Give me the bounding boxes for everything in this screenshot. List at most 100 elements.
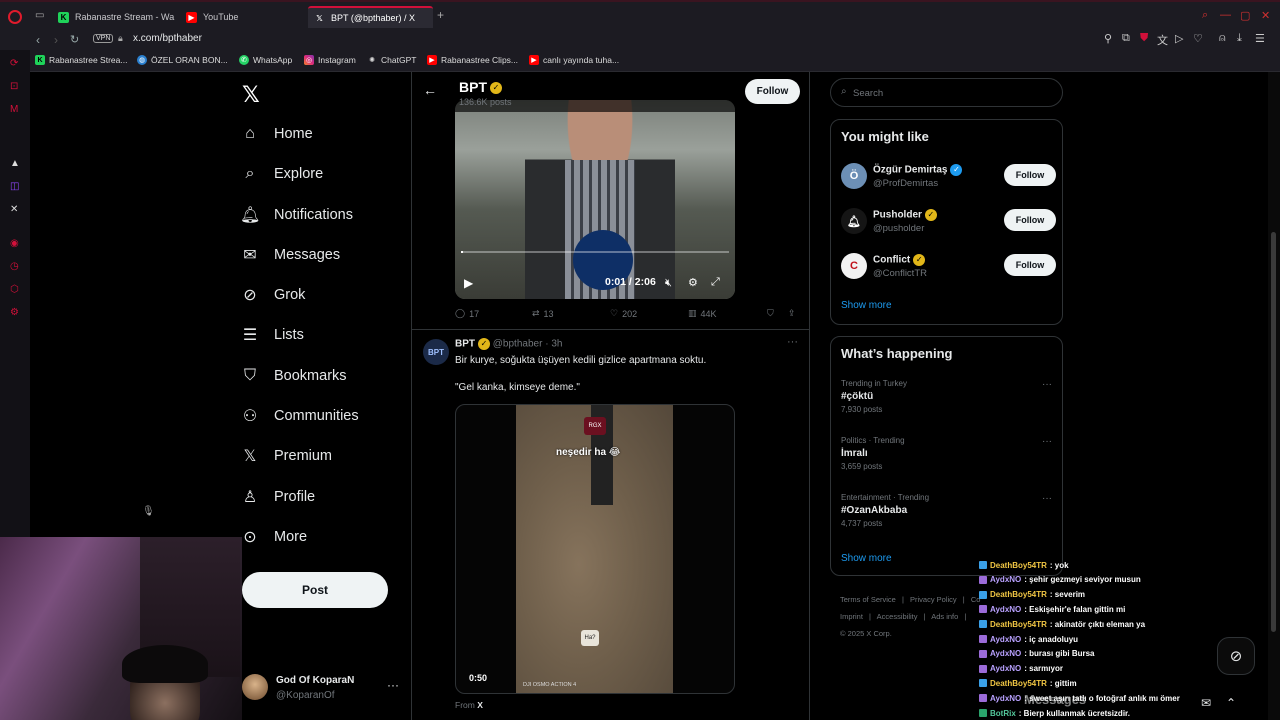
footer-link[interactable]: Privacy Policy — [910, 595, 957, 604]
bookmark-whatsapp[interactable]: ✆ WhatsApp — [239, 55, 292, 65]
nav-profile[interactable]: ♙ Profile — [240, 482, 315, 512]
settings-icon[interactable]: ⚙ — [10, 307, 19, 318]
tweet-video-player[interactable]: ▶ 0:01 / 2:06 🔇︎ ⚙ ⤢ — [455, 100, 735, 299]
opera-logo-icon[interactable] — [8, 10, 22, 24]
views-button[interactable]: ▥ 44K — [688, 308, 717, 319]
video-progress-bar[interactable] — [461, 251, 729, 253]
search-input[interactable]: ⌕ Search — [830, 78, 1063, 107]
bookmark-ozel-oran[interactable]: ◍ ÖZEL ORAN BON... — [137, 55, 228, 65]
aria-ai-icon[interactable]: ▲ — [10, 158, 20, 169]
trend-item[interactable]: Trending in Turkey #çöktü 7,930 posts ··… — [841, 379, 1056, 423]
share-button[interactable]: ⇪ — [788, 308, 796, 319]
tweet-author-handle[interactable]: @bpthaber — [493, 339, 543, 350]
expand-drawer-icon[interactable]: ⌃ — [1226, 696, 1236, 710]
forward-icon[interactable]: › — [54, 33, 58, 47]
follow-button[interactable]: Follow — [1004, 209, 1056, 231]
messages-drawer-title[interactable]: Messages — [1024, 692, 1086, 707]
from-source-name[interactable]: X — [477, 700, 483, 710]
nav-home[interactable]: ⌂ Home — [240, 119, 313, 149]
maximize-icon[interactable]: ▢ — [1240, 9, 1250, 22]
suggestion-row[interactable]: 🔔︎ Pusholder ✓ @pusholder Follow — [841, 206, 1056, 240]
like-button[interactable]: ♡ 202 — [610, 308, 637, 319]
more-dots-icon[interactable]: ··· — [1042, 436, 1052, 447]
bookmark-instagram[interactable]: ◎ Instagram — [304, 55, 356, 65]
settings-gear-icon[interactable]: ⚙ — [688, 276, 698, 289]
more-dots-icon[interactable]: ··· — [1042, 493, 1052, 504]
url-field[interactable]: x.com/bpthaber — [133, 33, 202, 44]
tweet-time[interactable]: 3h — [551, 339, 562, 350]
snapshot-icon[interactable]: ⧉ — [1122, 32, 1130, 45]
games-icon[interactable]: ⊡ — [10, 81, 18, 92]
download-icon[interactable]: ⤓ — [1237, 32, 1242, 45]
play-icon[interactable]: ▷ — [1175, 32, 1183, 45]
more-dots-icon[interactable]: ··· — [1042, 379, 1052, 390]
footer-link[interactable]: Terms of Service — [840, 595, 896, 604]
nav-explore[interactable]: ⌕ Explore — [240, 159, 324, 189]
aria-icon[interactable]: ⟳ — [10, 58, 18, 69]
back-arrow-icon[interactable]: ← — [423, 82, 437, 98]
mute-icon[interactable]: 🔇︎ — [665, 277, 672, 290]
trend-item[interactable]: Politics · Trending İmralı 3,659 posts ·… — [841, 436, 1056, 480]
close-icon[interactable]: ✕ — [1261, 9, 1270, 22]
nav-bookmarks[interactable]: ⛉ Bookmarks — [240, 361, 347, 391]
reload-icon[interactable]: ↻ — [70, 33, 79, 46]
footer-link[interactable]: Imprint — [840, 612, 863, 621]
nav-more[interactable]: ⊙ More — [240, 522, 307, 552]
tab-bpt-x[interactable]: 𝕏 BPT (@bpthaber) / X — [308, 6, 433, 28]
pin-icon[interactable]: ⚲ — [1104, 32, 1112, 45]
fullscreen-icon[interactable]: ⤢ — [711, 276, 720, 289]
footer-link[interactable]: Accessibility — [877, 612, 918, 621]
bookmark-chatgpt[interactable]: ✺ ChatGPT — [367, 55, 416, 65]
heart-icon[interactable]: ♡ — [1193, 32, 1203, 45]
new-message-icon[interactable]: ✉ — [1201, 696, 1211, 710]
account-switcher[interactable]: God Of KoparaN @KoparanOf ··· — [242, 672, 407, 706]
translate-icon[interactable]: 文 — [1157, 32, 1168, 48]
search-icon[interactable]: ⌕ — [1202, 9, 1208, 22]
tab-rabanastre[interactable]: K Rabanastre Stream - Wa — [52, 6, 176, 28]
vpn-badge[interactable]: VPN — [93, 34, 114, 43]
profile-icon[interactable]: ⍝ — [1219, 32, 1226, 45]
bookmark-canli-yayin[interactable]: ▶ canlı yayında tuha... — [529, 55, 619, 65]
x-logo-icon[interactable]: 𝕏 — [242, 82, 260, 108]
adblock-icon[interactable]: ⛊ — [1140, 32, 1148, 45]
reply-button[interactable]: ◯ 17 — [455, 308, 479, 319]
post-button[interactable]: Post — [242, 572, 388, 608]
nav-notifications[interactable]: 🔔︎ Notifications — [240, 200, 353, 230]
show-more-link[interactable]: Show more — [841, 553, 892, 564]
nav-lists[interactable]: ☰ Lists — [240, 320, 304, 350]
back-icon[interactable]: ‹ — [36, 33, 40, 47]
mail-icon[interactable]: M — [10, 104, 18, 115]
extensions-icon[interactable]: ⬡ — [10, 284, 19, 295]
play-icon[interactable]: ▶ — [464, 276, 473, 290]
tweet-video-player-2[interactable]: RGX neşedir ha 😂 Ha? DJI OSMO ACTION 4 0… — [455, 404, 735, 694]
nav-communities[interactable]: ⚇ Communities — [240, 401, 359, 431]
clock-icon[interactable]: ◷ — [10, 261, 19, 272]
new-tab-icon[interactable]: + — [437, 8, 444, 22]
footer-link[interactable]: Ads info — [931, 612, 958, 621]
twitch-icon[interactable]: ◫ — [10, 181, 19, 192]
tab-workspace-icon[interactable]: ▭ — [35, 10, 44, 21]
nav-premium[interactable]: 𝕏 Premium — [240, 441, 332, 471]
follow-button[interactable]: Follow — [1004, 164, 1056, 186]
trend-item[interactable]: Entertainment · Trending #OzanAkbaba 4,7… — [841, 493, 1056, 537]
suggestion-row[interactable]: C Conflict ✓ @ConflictTR Follow — [841, 251, 1056, 285]
x-icon[interactable]: ✕ — [10, 204, 18, 215]
lock-icon[interactable]: 🔒︎ — [118, 33, 123, 44]
follow-button[interactable]: Follow — [745, 79, 800, 104]
tweet-author-name[interactable]: BPT — [455, 339, 475, 350]
nav-grok[interactable]: ⊘ Grok — [240, 280, 305, 310]
suggestion-row[interactable]: Ö Özgür Demirtaş ✓ @ProfDemirtas Follow — [841, 161, 1056, 195]
bpt-avatar[interactable]: BPT — [423, 339, 449, 365]
tab-youtube[interactable]: ▶ YouTube — [180, 6, 304, 28]
follow-button[interactable]: Follow — [1004, 254, 1056, 276]
nav-messages[interactable]: ✉ Messages — [240, 240, 340, 270]
minimize-icon[interactable]: — — [1220, 9, 1231, 21]
more-options-icon[interactable]: ··· — [787, 336, 798, 348]
menu-icon[interactable]: ☰ — [1255, 32, 1265, 45]
bookmark-button[interactable]: ⛉ — [767, 308, 774, 319]
show-more-link[interactable]: Show more — [841, 300, 892, 311]
music-icon[interactable]: ◉ — [10, 238, 19, 249]
scrollbar-thumb[interactable] — [1271, 232, 1276, 632]
page-scrollbar[interactable] — [1268, 72, 1280, 720]
bookmark-rabanastre[interactable]: K Rabanastree Strea... — [35, 55, 127, 65]
